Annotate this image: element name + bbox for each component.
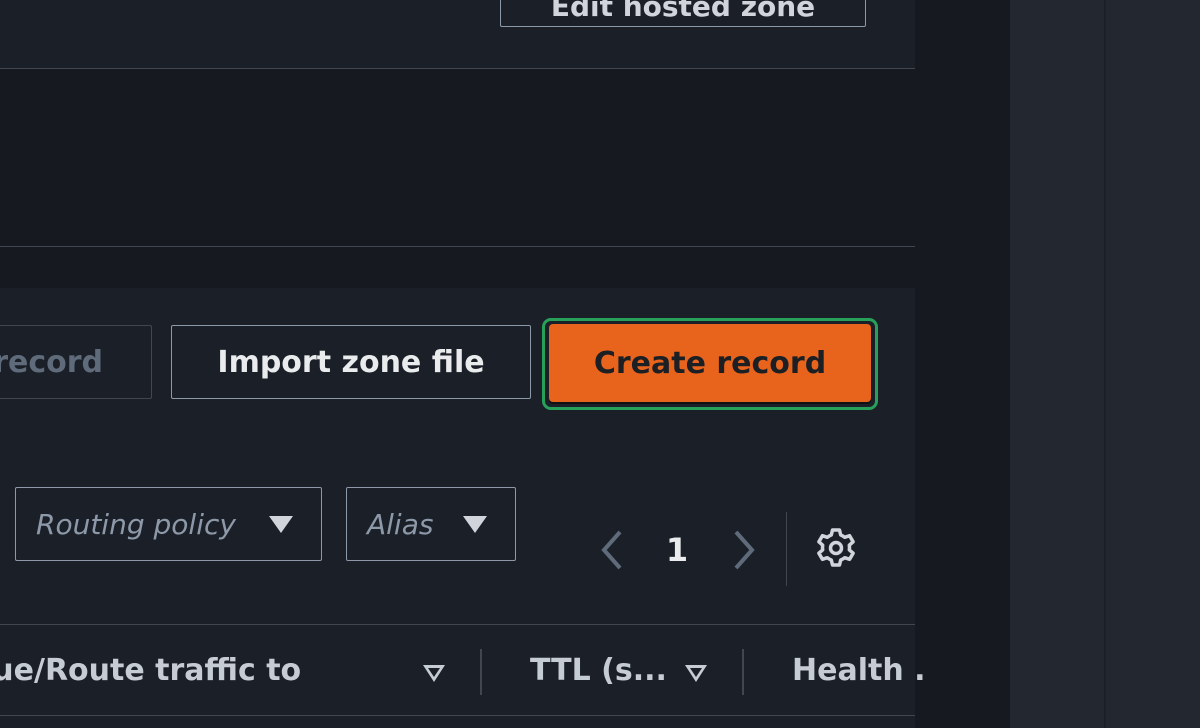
hosted-zone-details-panel: Edit hosted zone — [0, 0, 915, 69]
caret-down-icon — [463, 516, 487, 533]
side-panel-column — [1010, 0, 1104, 728]
column-divider[interactable] — [742, 649, 744, 695]
column-header-ttl[interactable]: TTL (s... — [530, 625, 667, 715]
alias-filter[interactable]: Alias — [346, 487, 516, 561]
records-table-header: lue/Route traffic to TTL (s... Health . — [0, 624, 926, 716]
caret-down-icon — [269, 516, 293, 533]
column-divider[interactable] — [480, 649, 482, 695]
current-page-number[interactable]: 1 — [660, 528, 694, 572]
sort-caret-icon[interactable] — [685, 665, 707, 682]
column-header-health[interactable]: Health . — [792, 625, 926, 715]
column-header-label: lue/Route traffic to — [0, 652, 302, 688]
gear-icon[interactable] — [814, 526, 858, 570]
chevron-left-icon[interactable] — [596, 528, 628, 572]
create-record-button[interactable]: Create record — [549, 324, 871, 402]
routing-policy-filter[interactable]: Routing policy — [15, 487, 322, 561]
column-header-label: Health . — [792, 652, 926, 688]
import-zone-file-button[interactable]: Import zone file — [171, 325, 531, 399]
chevron-right-icon[interactable] — [728, 528, 760, 572]
column-header-label: TTL (s... — [530, 652, 667, 688]
records-panel: record Import zone file Create record Ro… — [0, 288, 926, 728]
routing-policy-placeholder: Routing policy — [36, 507, 236, 541]
sort-caret-icon[interactable] — [423, 665, 445, 682]
column-header-value[interactable]: lue/Route traffic to — [0, 625, 301, 715]
side-panel-column — [1106, 0, 1200, 728]
alias-placeholder: Alias — [367, 507, 434, 541]
section-divider — [0, 246, 915, 247]
pagination-separator — [786, 512, 787, 586]
delete-record-button[interactable]: record — [0, 325, 152, 399]
edit-hosted-zone-button[interactable]: Edit hosted zone — [500, 0, 866, 27]
